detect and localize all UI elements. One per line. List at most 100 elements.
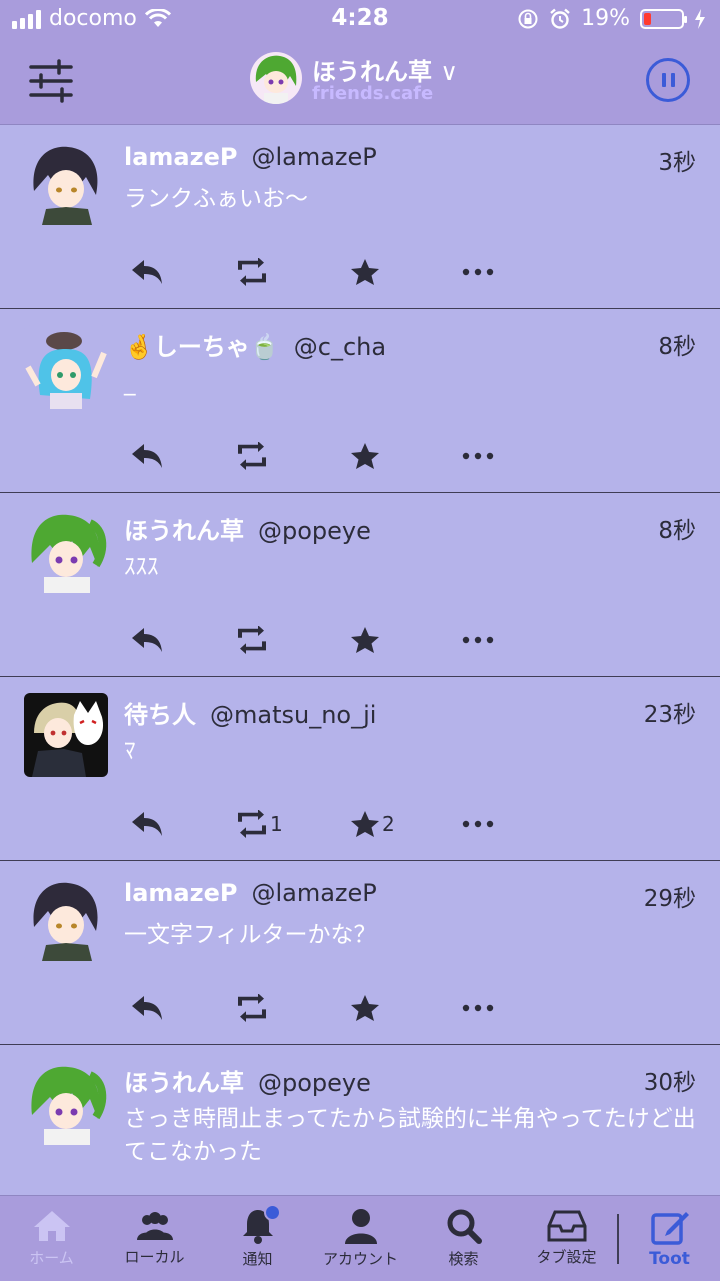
boost-button[interactable] — [236, 623, 270, 657]
post-content: さっき時間止まってたから試験的に半角やってたけど出てこなかった — [124, 1106, 696, 1165]
favourite-button[interactable] — [350, 255, 382, 289]
reply-icon — [132, 996, 162, 1020]
timeline-post[interactable]: 🤞しーちゃ🍵 @c_cha 8秒 _ — [0, 309, 720, 493]
post-author[interactable]: ほうれん草 @popeye — [124, 511, 371, 546]
reply-button[interactable] — [130, 623, 164, 657]
boost-icon — [238, 994, 266, 1022]
post-author[interactable]: ほうれん草 @popeye — [124, 1063, 371, 1098]
star-icon — [351, 627, 379, 653]
account-switcher[interactable]: ほうれん草 ∨ friends.cafe — [250, 52, 458, 104]
reply-button[interactable] — [130, 255, 164, 289]
dark-hair-boy-avatar[interactable] — [24, 877, 108, 961]
favourite-button[interactable]: 2 — [350, 807, 395, 841]
battery-percent: 19% — [581, 6, 630, 31]
post-actions — [130, 439, 510, 473]
more-icon — [462, 452, 494, 460]
tab-notifications[interactable]: 通知 — [206, 1196, 309, 1281]
display-name: ほうれん草 — [124, 1069, 244, 1097]
display-name: 待ち人 — [124, 701, 196, 729]
more-button[interactable] — [462, 439, 494, 473]
user-handle: @popeye — [258, 1069, 371, 1097]
post-author[interactable]: 🤞しーちゃ🍵 @c_cha — [124, 327, 386, 362]
post-author[interactable]: 待ち人 @matsu_no_ji — [124, 695, 376, 730]
toot-button[interactable]: Toot — [619, 1196, 720, 1281]
alarm-icon — [550, 8, 570, 29]
more-icon — [462, 820, 494, 828]
reply-icon — [132, 812, 162, 836]
filter-settings-icon[interactable] — [28, 58, 74, 104]
post-time: 8秒 — [658, 334, 696, 360]
display-name: ほうれん草 — [124, 517, 244, 545]
reply-icon — [132, 444, 162, 468]
timeline-post[interactable]: lamazeP @lamazeP 3秒 ランクふぁいお〜 — [0, 125, 720, 309]
app-header: ほうれん草 ∨ friends.cafe — [0, 40, 720, 125]
tab-search[interactable]: 検索 — [412, 1196, 515, 1281]
more-button[interactable] — [462, 255, 494, 289]
favourite-button[interactable] — [350, 439, 382, 473]
home-icon — [33, 1211, 70, 1241]
green-hair-girl-avatar[interactable] — [24, 509, 108, 593]
more-button[interactable] — [462, 807, 494, 841]
boost-icon — [238, 442, 266, 470]
tab-local[interactable]: ローカル — [103, 1196, 206, 1281]
display-name: lamazeP — [124, 143, 238, 171]
reply-button[interactable] — [130, 991, 164, 1025]
reply-button[interactable] — [130, 807, 164, 841]
boost-icon — [238, 810, 266, 838]
timeline-post[interactable]: lamazeP @lamazeP 29秒 一文字フィルターかな？ — [0, 861, 720, 1045]
account-name: ほうれん草 ∨ — [312, 58, 458, 86]
more-icon — [462, 1004, 494, 1012]
display-name: lamazeP — [124, 879, 238, 907]
timeline-post[interactable]: ほうれん草 @popeye 8秒 ｽｽｽ — [0, 493, 720, 677]
boost-button[interactable] — [236, 991, 270, 1025]
reply-icon — [132, 628, 162, 652]
more-button[interactable] — [462, 991, 494, 1025]
favourite-button[interactable] — [350, 991, 382, 1025]
boost-button[interactable]: 1 — [236, 807, 283, 841]
reply-button[interactable] — [130, 439, 164, 473]
post-content: ｽｽｽ — [124, 554, 159, 580]
boost-icon — [238, 626, 266, 654]
post-time: 29秒 — [643, 886, 696, 912]
more-icon — [462, 636, 494, 644]
compose-icon — [650, 1211, 689, 1245]
more-button[interactable] — [462, 623, 494, 657]
pause-stream-button[interactable] — [646, 58, 690, 102]
post-author[interactable]: lamazeP @lamazeP — [124, 879, 377, 907]
timeline-post[interactable]: 待ち人 @matsu_no_ji 23秒 ﾏ 1 2 — [0, 677, 720, 861]
status-bar: docomo 4:28 19% — [0, 0, 720, 40]
rotation-lock-icon — [518, 9, 538, 28]
boost-button[interactable] — [236, 439, 270, 473]
post-actions — [130, 623, 510, 657]
status-right: 19% — [517, 6, 706, 31]
timeline[interactable]: lamazeP @lamazeP 3秒 ランクふぁいお〜 🤞しーちゃ🍵 @c_cha… — [0, 125, 720, 1195]
star-icon — [351, 443, 379, 469]
post-actions — [130, 255, 510, 289]
display-name: 🤞しーちゃ🍵 — [124, 333, 280, 361]
star-icon — [351, 995, 379, 1021]
user-handle: @matsu_no_ji — [210, 701, 377, 729]
boost-icon — [238, 258, 266, 286]
fox-mask-avatar[interactable] — [24, 693, 108, 777]
boost-button[interactable] — [236, 255, 270, 289]
star-icon — [351, 259, 379, 285]
person-icon — [344, 1209, 377, 1244]
favourite-button[interactable] — [350, 623, 382, 657]
timeline-post[interactable]: ほうれん草 @popeye 30秒 さっき時間止まってたから試験的に半角やってたけ… — [0, 1045, 720, 1195]
search-icon — [447, 1209, 482, 1244]
account-avatar — [250, 52, 302, 104]
blue-hair-girl-avatar[interactable] — [24, 325, 108, 409]
post-time: 30秒 — [643, 1070, 696, 1096]
inbox-icon — [547, 1210, 586, 1242]
post-content: ランクふぁいお〜 — [124, 186, 308, 212]
charging-icon — [695, 8, 705, 29]
green-hair-girl-avatar[interactable] — [24, 1061, 108, 1145]
dark-hair-boy-avatar[interactable] — [24, 141, 108, 225]
tab-home[interactable]: ホーム — [0, 1196, 103, 1281]
user-handle: @lamazeP — [251, 143, 377, 171]
post-actions — [130, 991, 510, 1025]
tab-account[interactable]: アカウント — [309, 1196, 412, 1281]
post-content: 一文字フィルターかな？ — [124, 922, 377, 948]
tab-settings[interactable]: タブ設定 — [515, 1196, 618, 1281]
post-author[interactable]: lamazeP @lamazeP — [124, 143, 377, 171]
